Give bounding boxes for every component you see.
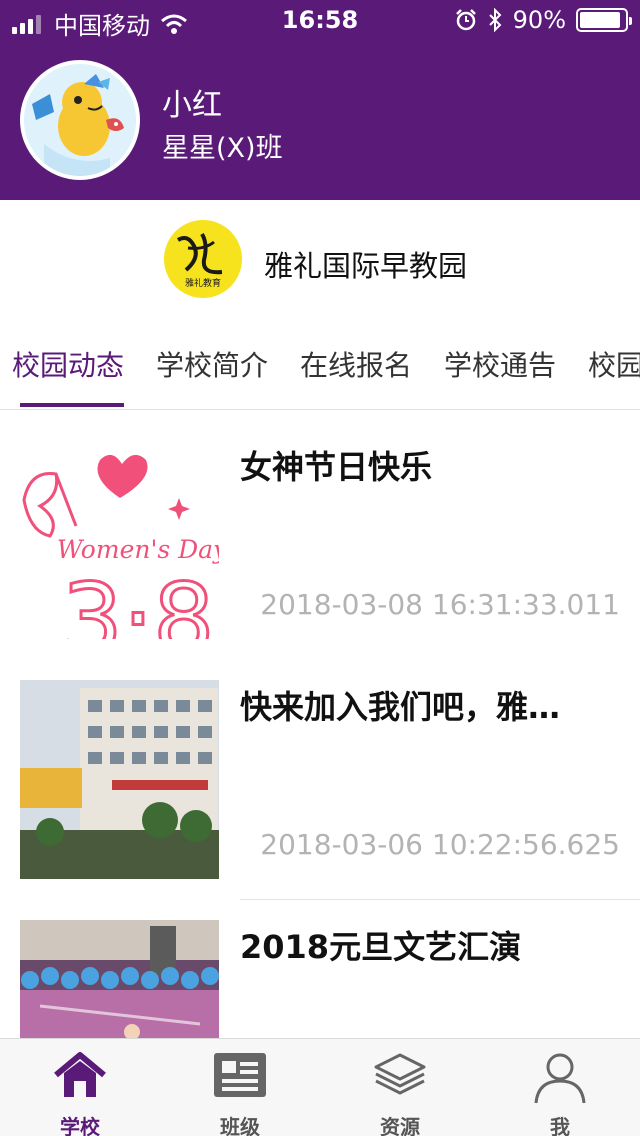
list-item[interactable]: Women's Day 3·8 女神节日快乐 2018-03-08 16:31:… [0,420,640,660]
news-time: 2018-03-08 16:31:33.011 [260,588,620,621]
nav-class-label: 班级 [220,1115,260,1136]
tab-campus-news[interactable]: 校园动态 [12,344,124,384]
alarm-icon [455,9,476,31]
nav-school-label: 学校 [60,1115,100,1136]
user-icon [534,1053,586,1104]
news-thumbnail: Women's Day 3·8 [20,440,219,639]
user-class: 星星(X)班 [162,133,283,164]
avatar[interactable] [20,60,140,180]
news-time: 2018-03-06 10:22:56.625 [260,828,620,861]
newspaper-icon [214,1053,266,1097]
news-title: 2018元旦文艺汇演 [240,928,522,966]
school-name: 雅礼国际早教园 [264,249,468,283]
tab-online-signup[interactable]: 在线报名 [300,344,412,384]
battery-icon [576,8,632,32]
date-number-text: 3·8 [62,563,215,639]
bottom-nav: 学校 班级 资源 我 [0,1038,640,1136]
news-title: 快来加入我们吧，雅… [240,688,561,726]
news-title: 女神节日快乐 [240,448,433,486]
tab-active-indicator [20,403,124,407]
nav-me[interactable]: 我 [480,1039,640,1136]
status-bar: 中国移动 16:58 90% [0,0,640,40]
tab-bar: 校园动态 学校简介 在线报名 学校通告 校园 [0,330,640,410]
home-icon [54,1052,106,1097]
list-item[interactable]: 快来加入我们吧，雅… 2018-03-06 10:22:56.625 [0,660,640,900]
nav-class[interactable]: 班级 [160,1039,320,1136]
tab-school-intro[interactable]: 学校简介 [156,344,268,384]
logo-text: 雅礼教育 [185,277,221,289]
bluetooth-icon [488,8,502,32]
user-name: 小红 [162,88,222,123]
nav-resources[interactable]: 资源 [320,1039,480,1136]
nav-me-label: 我 [550,1115,570,1136]
layers-icon [374,1053,426,1095]
womens-day-text: Women's Day [57,535,219,564]
tab-campus-more[interactable]: 校园 [588,344,640,384]
battery-percent: 90% [512,6,566,34]
nav-resources-label: 资源 [380,1115,420,1136]
nav-school[interactable]: 学校 [0,1039,160,1136]
tab-school-notice[interactable]: 学校通告 [444,344,556,384]
header: 中国移动 16:58 90% 小红 星星(X)班 [0,0,640,200]
news-thumbnail [20,680,219,879]
school-logo: 雅礼教育 [164,220,242,298]
